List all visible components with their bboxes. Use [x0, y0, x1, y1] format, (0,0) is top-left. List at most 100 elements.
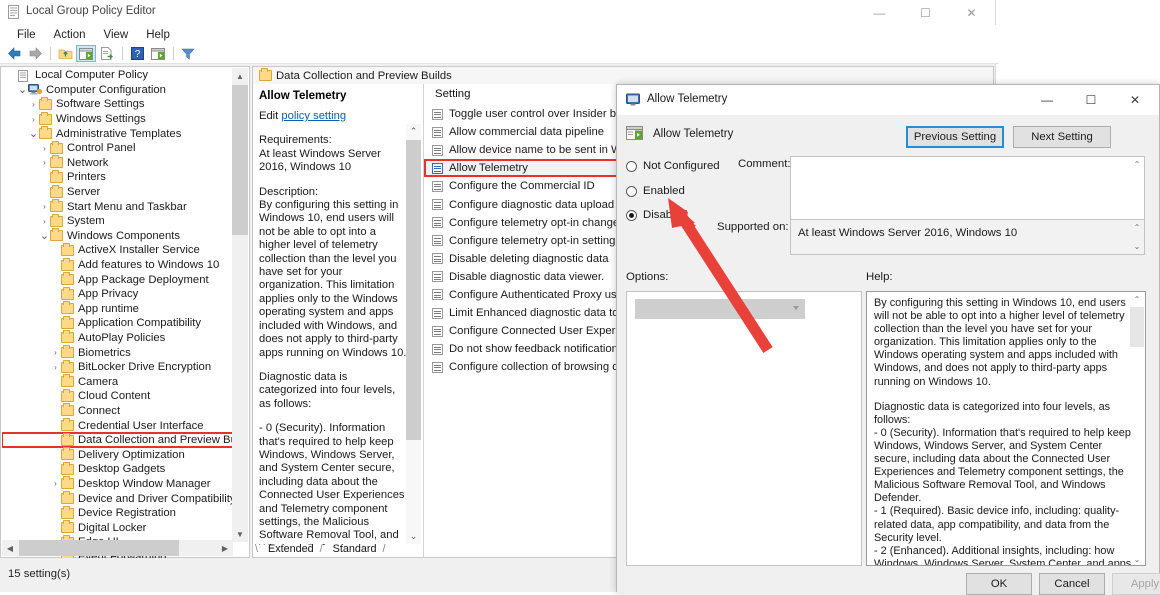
- folder-icon: [50, 199, 63, 213]
- scroll-up-icon[interactable]: ⌃: [1130, 293, 1144, 306]
- folder-icon: [61, 257, 74, 271]
- help-scrollbar[interactable]: ⌃ ⌄: [1130, 293, 1144, 565]
- menu-file[interactable]: File: [8, 28, 45, 42]
- dialog-minimize-button[interactable]: —: [1025, 85, 1069, 114]
- show-hide-tree-icon[interactable]: [76, 45, 96, 62]
- tree-item-app-runtime[interactable]: App runtime: [2, 301, 234, 317]
- tree-item-camera[interactable]: Camera: [2, 374, 234, 389]
- radio-enabled[interactable]: Enabled: [626, 185, 685, 197]
- chevron-right-icon[interactable]: ›: [50, 363, 61, 372]
- tab-extended[interactable]: Extended: [262, 543, 320, 555]
- radio-not-configured[interactable]: Not Configured: [626, 160, 720, 172]
- tree-item-server[interactable]: Server: [2, 184, 234, 200]
- tree-horizontal-scrollbar[interactable]: ◀ ▶: [2, 540, 233, 556]
- tree-item-app-package-deployment[interactable]: App Package Deployment: [2, 272, 234, 287]
- tree-item-autoplay-policies[interactable]: AutoPlay Policies: [2, 330, 234, 346]
- tree-item-digital-locker[interactable]: Digital Locker: [2, 520, 234, 535]
- scroll-up-icon[interactable]: ⌃: [1130, 158, 1144, 171]
- tree-item-computer-configuration[interactable]: ⌄ Computer Configuration: [2, 83, 234, 98]
- edit-policy-setting-link[interactable]: policy setting: [281, 110, 346, 122]
- tree-item-desktop-window-manager[interactable]: › Desktop Window Manager: [2, 476, 234, 492]
- tree-item-connect[interactable]: Connect: [2, 403, 234, 419]
- tab-standard[interactable]: Standard: [327, 543, 383, 555]
- chevron-right-icon[interactable]: ›: [39, 217, 50, 226]
- forward-arrow-icon[interactable]: [25, 45, 45, 62]
- tree-item-biometrics[interactable]: › Biometrics: [2, 345, 234, 360]
- tree-item-device-registration[interactable]: Device Registration: [2, 505, 234, 521]
- folder-icon: [61, 461, 74, 475]
- tree-item-local-computer-policy[interactable]: Local Computer Policy: [2, 68, 234, 83]
- tree-item-app-privacy[interactable]: App Privacy: [2, 286, 234, 302]
- tree-vertical-scrollbar[interactable]: ▲ ▼: [232, 68, 248, 542]
- scroll-down-icon[interactable]: ▼: [232, 526, 248, 542]
- tree-hscroll-thumb[interactable]: [19, 540, 179, 556]
- menu-view[interactable]: View: [95, 28, 138, 42]
- tree-item-network[interactable]: › Network: [2, 155, 234, 171]
- policy-tree-pane: Local Computer Policy ⌄ Computer Configura…: [0, 66, 250, 558]
- help-panel[interactable]: By configuring this setting in Windows 1…: [866, 291, 1146, 566]
- tree-item-add-features-to-windows-10[interactable]: Add features to Windows 10: [2, 257, 234, 273]
- back-arrow-icon[interactable]: [4, 45, 24, 62]
- tree-item-desktop-gadgets[interactable]: Desktop Gadgets: [2, 461, 234, 477]
- help-scroll-thumb[interactable]: [1130, 307, 1144, 347]
- filter-icon[interactable]: [178, 45, 198, 62]
- chevron-right-icon[interactable]: ›: [39, 202, 50, 211]
- description-scrollbar[interactable]: ⌃ ⌄: [406, 124, 421, 544]
- maximize-button[interactable]: ☐: [903, 0, 948, 25]
- previous-setting-button[interactable]: Previous Setting: [906, 126, 1004, 148]
- tree-item-device-and-driver-compatibility[interactable]: Device and Driver Compatibility: [2, 491, 234, 506]
- next-setting-button[interactable]: Next Setting: [1013, 126, 1111, 148]
- scroll-left-icon[interactable]: ◀: [2, 540, 18, 556]
- tree-item-windows-settings[interactable]: › Windows Settings: [2, 111, 234, 127]
- chevron-down-icon[interactable]: ⌄: [39, 229, 50, 242]
- tree-item-application-compatibility[interactable]: Application Compatibility: [2, 315, 234, 331]
- description-scroll-thumb[interactable]: [406, 140, 421, 440]
- up-folder-icon[interactable]: [55, 45, 75, 62]
- supported-scrollbar[interactable]: ⌃ ⌄: [1130, 220, 1144, 254]
- close-button[interactable]: ✕: [949, 0, 994, 25]
- chevron-right-icon[interactable]: ›: [39, 158, 50, 167]
- chevron-down-icon[interactable]: ⌄: [28, 127, 39, 140]
- scroll-right-icon[interactable]: ▶: [217, 540, 233, 556]
- policy-tree[interactable]: Local Computer Policy ⌄ Computer Configura…: [2, 68, 234, 558]
- tree-item-printers[interactable]: Printers: [2, 169, 234, 185]
- edit-policy-line: Edit policy setting: [259, 110, 407, 123]
- export-list-icon[interactable]: [97, 45, 117, 62]
- chevron-right-icon[interactable]: ›: [28, 115, 39, 124]
- chevron-right-icon[interactable]: ›: [39, 144, 50, 153]
- radio-disabled[interactable]: Disabled: [626, 209, 687, 221]
- chevron-down-icon[interactable]: ⌄: [17, 83, 28, 96]
- scroll-up-icon[interactable]: ▲: [232, 68, 248, 84]
- tree-item-bitlocker-drive-encryption[interactable]: › BitLocker Drive Encryption: [2, 359, 234, 375]
- tree-item-windows-components[interactable]: ⌄ Windows Components: [2, 228, 234, 244]
- scroll-up-icon[interactable]: ⌃: [1130, 221, 1144, 234]
- dialog-close-button[interactable]: ✕: [1113, 85, 1157, 114]
- tree-item-credential-user-interface[interactable]: Credential User Interface: [2, 418, 234, 433]
- tree-item-start-menu-and-taskbar[interactable]: › Start Menu and Taskbar: [2, 199, 234, 214]
- tree-item-software-settings[interactable]: › Software Settings: [2, 96, 234, 112]
- dialog-maximize-button[interactable]: ☐: [1069, 85, 1113, 114]
- help-p4: - 1 (Required). Basic device info, inclu…: [874, 505, 1120, 544]
- tree-scroll-thumb[interactable]: [232, 85, 248, 235]
- tree-item-system[interactable]: › System: [2, 213, 234, 229]
- minimize-button[interactable]: —: [857, 0, 902, 25]
- scroll-down-icon[interactable]: ⌄: [1130, 553, 1144, 565]
- menu-action[interactable]: Action: [45, 28, 95, 42]
- chevron-right-icon[interactable]: ›: [50, 348, 61, 357]
- scroll-up-icon[interactable]: ⌃: [406, 124, 421, 139]
- chevron-right-icon[interactable]: ›: [28, 100, 39, 109]
- tree-item-control-panel[interactable]: › Control Panel: [2, 140, 234, 156]
- telemetry-level-dropdown[interactable]: [635, 299, 805, 319]
- properties-icon[interactable]: [148, 45, 168, 62]
- chevron-right-icon[interactable]: ›: [50, 479, 61, 488]
- scroll-down-icon[interactable]: ⌄: [406, 529, 421, 544]
- policy-setting-icon: [432, 253, 443, 265]
- tree-item-administrative-templates[interactable]: ⌄ Administrative Templates: [2, 126, 234, 141]
- menu-help[interactable]: Help: [137, 28, 179, 42]
- tree-item-delivery-optimization[interactable]: Delivery Optimization: [2, 447, 234, 462]
- scroll-down-icon[interactable]: ⌄: [1130, 240, 1144, 253]
- tree-item-cloud-content[interactable]: Cloud Content: [2, 388, 234, 404]
- tree-item-activex-installer-service[interactable]: ActiveX Installer Service: [2, 242, 234, 258]
- tree-item-data-collection-and-preview-builds[interactable]: Data Collection and Preview Builds: [2, 431, 234, 449]
- help-icon[interactable]: ?: [127, 45, 147, 62]
